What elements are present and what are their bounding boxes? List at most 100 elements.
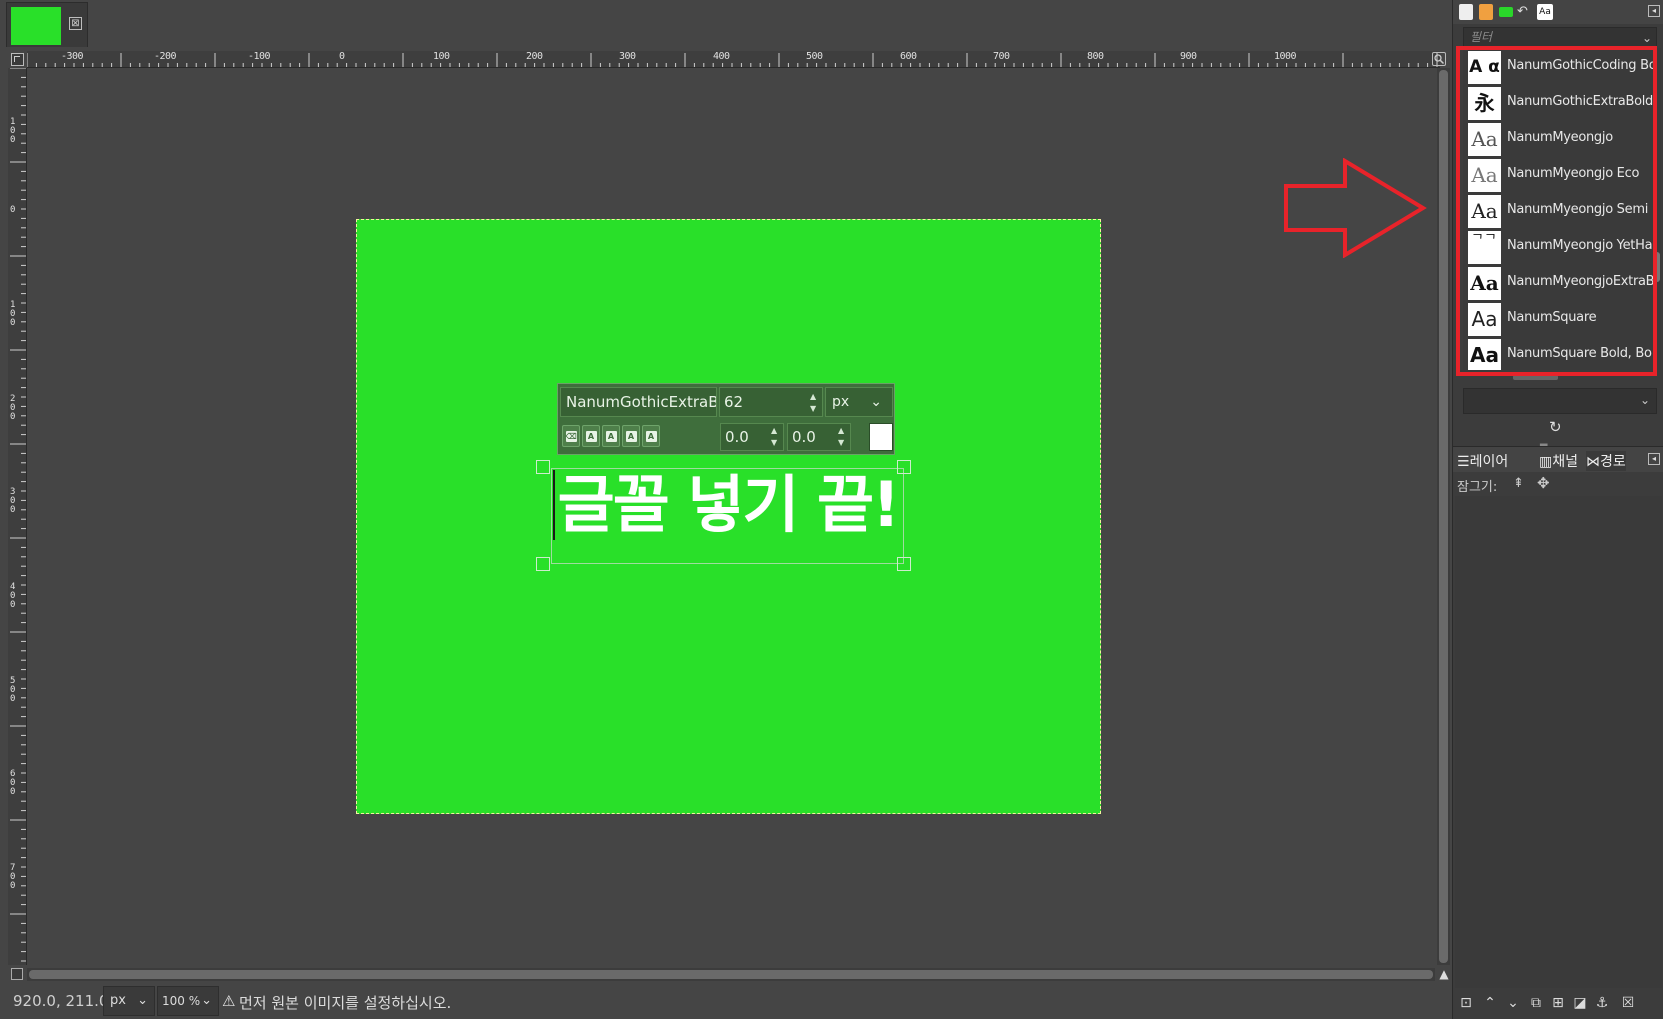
italic-icon: A (605, 431, 617, 442)
layer-mask-icon[interactable]: ◪ (1571, 995, 1589, 1011)
on-canvas-text-style-editor: NanumGothicExtraBold 62 ▲ ▼ px ⌄ ⌫ A A A… (557, 383, 895, 455)
zoom-value: 100 % (162, 994, 201, 1008)
spin-up-icon[interactable]: ▲ (771, 426, 779, 435)
paths-icon: ⋈ (1586, 454, 1600, 470)
spin-down-icon[interactable]: ▼ (771, 438, 779, 447)
font-size-unit-select[interactable]: px ⌄ (825, 387, 893, 417)
anchor-layer-icon[interactable]: ⚓ (1593, 995, 1611, 1011)
baseline-value: 0.0 (725, 428, 749, 446)
lock-label: 잠그기: (1457, 480, 1498, 495)
text-cursor (553, 470, 555, 540)
tab-layers[interactable]: ☰레이어 (1457, 451, 1508, 471)
horizontal-ruler-label: 200 (526, 51, 543, 62)
horizontal-ruler-label: 700 (993, 51, 1010, 62)
strikethrough-button[interactable]: A (642, 425, 660, 447)
text-box-handle-top-left[interactable] (536, 460, 550, 474)
font-size-value: 62 (724, 393, 744, 411)
tab-paths-label: 경로 (1600, 454, 1626, 470)
unit-value: px (832, 394, 850, 410)
zoom-image-when-window-resizes-button[interactable] (1432, 52, 1446, 66)
tab-paths[interactable]: ⋈경로 (1586, 451, 1626, 471)
horizontal-ruler-label: 500 (806, 51, 823, 62)
undo-history-tab-icon[interactable]: ↶ (1517, 4, 1533, 20)
vertical-ruler-label: 400 (10, 582, 16, 610)
horizontal-ruler-label: 300 (619, 51, 636, 62)
text-color-swatch[interactable] (869, 423, 893, 451)
quick-mask-toggle[interactable] (11, 968, 23, 980)
chevron-down-icon: ⌄ (1639, 393, 1650, 407)
layers-icon: ☰ (1457, 454, 1470, 470)
lower-layer-icon[interactable]: ⌄ (1504, 995, 1522, 1011)
lock-position-icon[interactable]: ✥ (1537, 474, 1550, 492)
font-entry[interactable]: NanumGothicExtraBold (560, 387, 717, 417)
new-layer-icon[interactable]: ⊡ (1457, 995, 1475, 1011)
font-filter-input[interactable]: 필터 ⌄ (1463, 27, 1657, 47)
vertical-ruler-label: 100 (10, 300, 16, 328)
horizontal-ruler-label: 900 (1180, 51, 1197, 62)
annotation-highlight-box (1456, 46, 1657, 376)
horizontal-ruler-label: 100 (433, 51, 450, 62)
brushes-tab-icon[interactable] (1479, 4, 1493, 20)
raise-layer-icon[interactable]: ⌃ (1481, 995, 1499, 1011)
status-bar: 920.0, 211.0 px ⌄ 100 % ⌄ ⚠ 먼저 원본 이미지를 설… (0, 983, 1452, 1019)
bold-button[interactable]: A (582, 425, 600, 447)
text-box-handle-bottom-right[interactable] (897, 557, 911, 571)
horizontal-scrollbar[interactable] (27, 968, 1435, 981)
refresh-fonts-icon[interactable]: ↻ (1549, 418, 1562, 436)
italic-button[interactable]: A (602, 425, 620, 447)
text-box-handle-top-right[interactable] (897, 460, 911, 474)
vertical-ruler[interactable]: 100 0 100 200 300 400 500 600 700 (8, 68, 27, 965)
status-unit-value: px (110, 993, 126, 1008)
horizontal-ruler[interactable]: -300 -200 -100 0 100 200 300 400 500 600 700 800 900… (27, 51, 1440, 68)
spin-down-icon[interactable]: ▼ (838, 438, 846, 447)
text-box-handle-bottom-left[interactable] (536, 557, 550, 571)
underline-icon: A (625, 431, 637, 442)
navigate-icon[interactable]: ▲ (1437, 967, 1451, 981)
zoom-select[interactable]: 100 % ⌄ (157, 986, 219, 1016)
horizontal-ruler-label: 800 (1087, 51, 1104, 62)
chevron-down-icon: ⌄ (201, 993, 212, 1008)
layers-dock-menu-icon[interactable]: ◂ (1648, 453, 1660, 465)
spin-down-icon[interactable]: ▼ (810, 404, 818, 413)
text-box-frame[interactable] (551, 468, 904, 564)
lock-pixels-icon[interactable]: ⇞ (1513, 476, 1524, 491)
status-unit-select[interactable]: px ⌄ (103, 986, 155, 1016)
vertical-ruler-label: 700 (10, 863, 16, 891)
patterns-tab-icon[interactable] (1499, 7, 1513, 17)
delete-layer-icon[interactable]: ☒ (1619, 995, 1637, 1011)
horizontal-scrollbar-thumb[interactable] (29, 970, 1433, 979)
underline-button[interactable]: A (622, 425, 640, 447)
clear-style-icon: ⌫ (565, 431, 577, 442)
font-size-field[interactable]: 62 ▲ ▼ (719, 387, 823, 417)
vertical-ruler-label: 0 (10, 205, 16, 215)
tab-channels[interactable]: ▥채널 (1539, 451, 1578, 471)
clear-style-button[interactable]: ⌫ (562, 425, 580, 447)
fonts-tab-icon[interactable]: Aa (1537, 4, 1553, 20)
vertical-ruler-label: 300 (10, 487, 16, 515)
tag-filter-select[interactable]: ⌄ (1463, 388, 1657, 414)
close-tab-icon[interactable]: ⊠ (69, 17, 82, 30)
horizontal-ruler-label: 400 (713, 51, 730, 62)
baseline-offset-field[interactable]: 0.0 ▲ ▼ (720, 423, 784, 451)
kerning-value: 0.0 (792, 428, 816, 446)
layers-list[interactable] (1455, 496, 1662, 988)
chevron-down-icon: ⌄ (137, 993, 148, 1008)
tool-options-tab-icon[interactable] (1459, 4, 1473, 20)
spin-up-icon[interactable]: ▲ (838, 426, 846, 435)
pointer-coordinates: 920.0, 211.0 (13, 992, 109, 1010)
vertical-scrollbar-thumb[interactable] (1439, 70, 1448, 963)
merge-layer-icon[interactable]: ⊞ (1549, 995, 1567, 1011)
dock-menu-icon[interactable]: ◂ (1648, 5, 1660, 17)
magnifier-icon (1434, 54, 1445, 65)
vertical-scrollbar[interactable] (1437, 68, 1450, 965)
ruler-corner-menu-button[interactable] (11, 53, 24, 66)
image-tab[interactable]: ⊠ (6, 2, 88, 47)
vertical-ruler-label: 500 (10, 676, 16, 704)
kerning-field[interactable]: 0.0 ▲ ▼ (787, 423, 851, 451)
duplicate-layer-icon[interactable]: ⧉ (1527, 995, 1545, 1011)
horizontal-ruler-label: -100 (248, 51, 271, 62)
channels-icon: ▥ (1539, 454, 1553, 470)
spin-up-icon[interactable]: ▲ (810, 392, 818, 401)
vertical-ruler-label: 100 (10, 117, 16, 145)
horizontal-ruler-label: -200 (154, 51, 177, 62)
